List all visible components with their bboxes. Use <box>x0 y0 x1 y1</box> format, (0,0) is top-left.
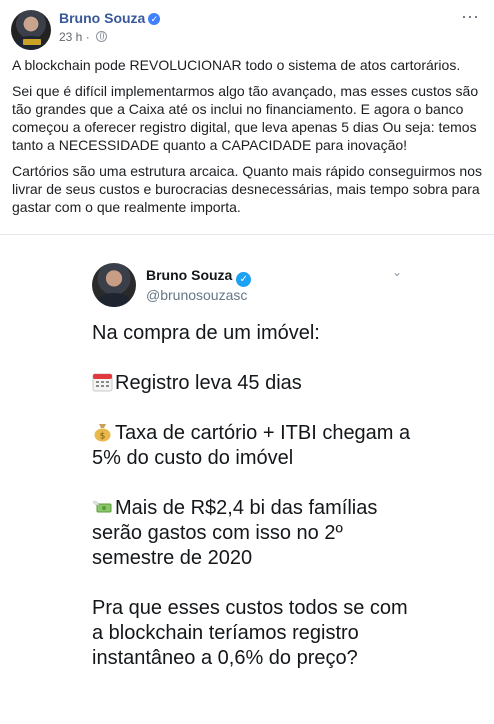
verified-badge-icon: ✓ <box>148 13 161 26</box>
money-with-wings-emoji-icon <box>92 501 112 513</box>
globe-icon[interactable] <box>96 31 108 42</box>
tweet-body: Na compra de um imóvel: Registro leva 45… <box>92 321 412 696</box>
tweet-item: Mais de R$2,4 bi das famílias serão gast… <box>92 496 412 571</box>
post-paragraph: Sei que é difícil implementarmos algo tã… <box>12 83 479 153</box>
tweet-item-text: Taxa de cartório + ITBI chegam a 5% do c… <box>92 422 411 469</box>
tweet-item-text: Mais de R$2,4 bi das famílias serão gast… <box>92 497 378 569</box>
post-text: A blockchain pode REVOLUCIONAR todo o si… <box>12 56 486 224</box>
more-options-icon[interactable]: ··· <box>461 6 479 27</box>
tweet-author-handle: @brunosouzasc <box>146 287 248 303</box>
post-timestamp[interactable]: 23 h · <box>59 30 90 44</box>
tweet-item-text: Registro leva 45 dias <box>115 372 302 394</box>
verified-badge-icon: ✓ <box>236 272 252 287</box>
tweet-image[interactable]: Bruno Souza ✓ @brunosouzasc ⌄ Na compra d… <box>0 234 494 724</box>
post-header: Bruno Souza ✓ 23 h · ··· <box>0 0 494 54</box>
author-name[interactable]: Bruno Souza <box>59 10 145 26</box>
avatar-suit-shape <box>97 293 131 307</box>
chevron-down-icon: ⌄ <box>392 265 403 279</box>
tweet-item: Registro leva 45 dias <box>92 371 412 396</box>
author-avatar[interactable] <box>11 10 51 50</box>
post-paragraph: A blockchain pode REVOLUCIONAR todo o si… <box>12 57 461 73</box>
tweet-author-name: Bruno Souza <box>146 267 233 283</box>
money-bag-emoji-icon: $ <box>94 424 111 442</box>
post-paragraph: Cartórios são uma estrutura arcaica. Qua… <box>12 163 482 215</box>
tweet-author-avatar <box>92 263 136 307</box>
avatar-badge-shape <box>23 39 41 45</box>
calendar-emoji-icon <box>92 373 113 392</box>
post-meta: 23 h · <box>59 30 108 44</box>
author-name-row: Bruno Souza ✓ <box>59 10 161 26</box>
tweet-item: $ Taxa de cartório + ITBI chegam a 5% do… <box>92 421 412 471</box>
tweet-author-name-row: Bruno Souza ✓ <box>146 267 252 287</box>
tweet-closing: Pra que esses custos todos se com a bloc… <box>92 597 408 669</box>
svg-text:$: $ <box>100 432 106 442</box>
tweet-intro: Na compra de um imóvel: <box>92 322 320 344</box>
